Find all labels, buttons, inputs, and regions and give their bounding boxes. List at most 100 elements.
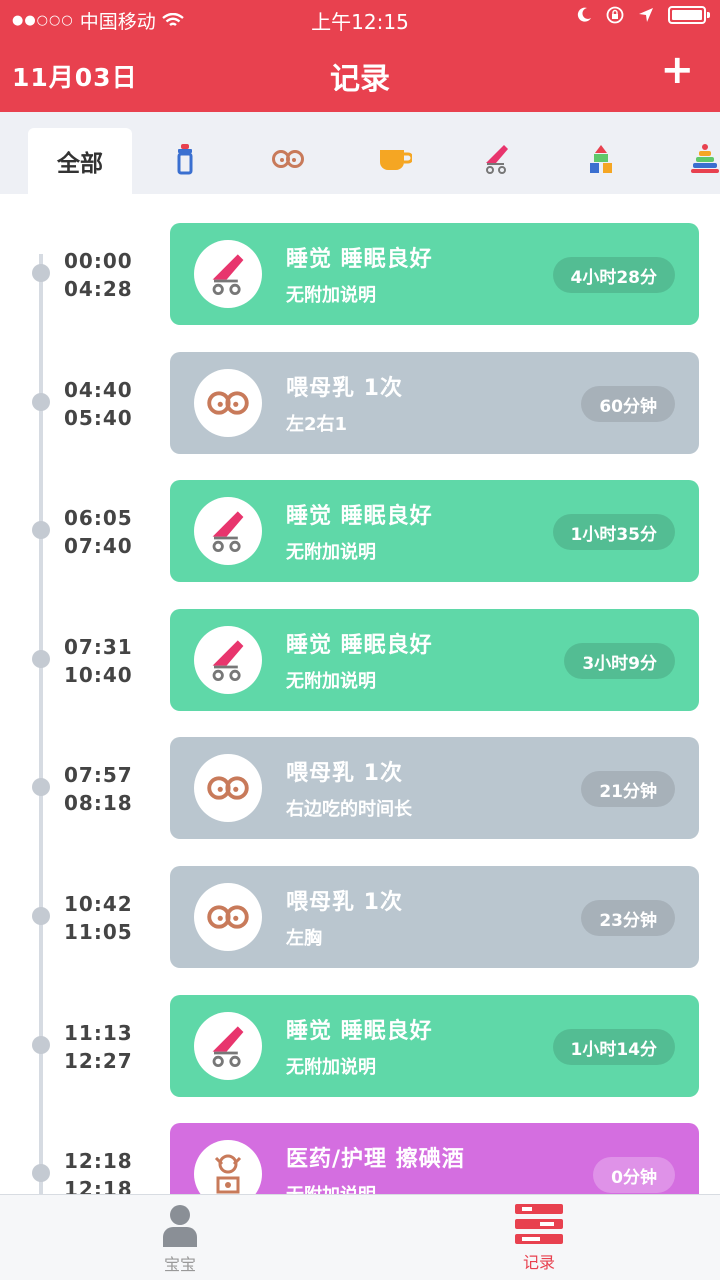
record-row: 06:05 07:40 睡觉 睡眠良好 无附加说明 1小时35分	[0, 480, 720, 582]
tab-all-label: 全部	[57, 151, 103, 177]
bottom-nav: 宝宝 记录	[0, 1194, 720, 1280]
record-note: 无附加说明	[286, 285, 376, 306]
duration-badge: 1小时14分	[552, 1029, 675, 1065]
battery-icon	[668, 6, 710, 24]
record-card[interactable]: 睡觉 睡眠良好 无附加说明 1小时35分	[170, 480, 699, 582]
nav-record[interactable]: 记录	[479, 1203, 599, 1273]
record-note: 无附加说明	[286, 671, 376, 692]
tab-all[interactable]: 全部	[28, 128, 132, 194]
start-time: 04:40	[64, 378, 133, 402]
tab-toy-blocks[interactable]	[576, 124, 626, 194]
record-note: 无附加说明	[286, 542, 376, 563]
breast-icon	[194, 369, 262, 437]
status-bar: ●●○○○ 中国移动 上午12:15	[0, 0, 720, 36]
cup-icon	[380, 150, 412, 170]
bottle-icon	[177, 144, 193, 175]
duration-badge: 1小时35分	[552, 514, 675, 550]
timeline-dot	[32, 778, 50, 796]
record-card[interactable]: 睡觉 睡眠良好 无附加说明 3小时9分	[170, 609, 699, 711]
duration-badge: 3小时9分	[564, 643, 675, 679]
category-tabs: 全部	[0, 112, 720, 194]
nav-record-label: 记录	[522, 1253, 555, 1272]
stroller-icon	[486, 145, 508, 174]
start-time: 10:42	[64, 892, 133, 916]
record-times: 07:31 10:40	[64, 633, 133, 689]
end-time: 08:18	[64, 791, 133, 815]
location-icon	[639, 8, 653, 22]
record-title: 睡觉 睡眠良好	[286, 633, 433, 658]
top-bar: ●●○○○ 中国移动 上午12:15 11月03日 记录 +	[0, 0, 720, 112]
end-time: 04:28	[64, 277, 133, 301]
duration-badge: 0分钟	[593, 1157, 675, 1193]
record-note: 无附加说明	[286, 1181, 376, 1194]
tab-cup[interactable]	[370, 124, 420, 194]
timeline-dot	[32, 393, 50, 411]
stroller-icon	[194, 497, 262, 565]
tab-breastfeed[interactable]	[263, 124, 313, 194]
record-note: 无附加说明	[286, 1057, 376, 1078]
record-title: 喂母乳 1次	[286, 890, 403, 915]
record-row: 00:00 04:28 睡觉 睡眠良好 无附加说明 4小时28分	[0, 223, 720, 325]
record-card[interactable]: 喂母乳 1次 右边吃的时间长 21分钟	[170, 737, 699, 839]
record-row: 07:31 10:40 睡觉 睡眠良好 无附加说明 3小时9分	[0, 609, 720, 711]
end-time: 12:18	[64, 1177, 133, 1194]
end-time: 11:05	[64, 920, 133, 944]
end-time: 10:40	[64, 663, 133, 687]
nav-baby-label: 宝宝	[163, 1255, 196, 1274]
record-note: 左胸	[286, 928, 322, 949]
duration-badge: 4小时28分	[552, 257, 675, 293]
record-title: 睡觉 睡眠良好	[286, 247, 433, 272]
start-time: 07:31	[64, 635, 133, 659]
record-times: 07:57 08:18	[64, 761, 133, 817]
tab-bottle[interactable]	[160, 124, 210, 194]
nav-baby[interactable]: 宝宝	[120, 1203, 240, 1275]
tab-stroller[interactable]	[472, 124, 522, 194]
record-times: 10:42 11:05	[64, 890, 133, 946]
record-card[interactable]: 睡觉 睡眠良好 无附加说明 4小时28分	[170, 223, 699, 325]
timeline-dot	[32, 1164, 50, 1182]
start-time: 12:18	[64, 1149, 133, 1173]
record-times: 00:00 04:28	[64, 247, 133, 303]
record-times: 12:18 12:18	[64, 1147, 133, 1194]
add-button[interactable]: +	[660, 50, 694, 90]
breast-icon	[194, 883, 262, 951]
end-time: 12:27	[64, 1049, 133, 1073]
timeline-dot	[32, 1036, 50, 1054]
record-row: 07:57 08:18 喂母乳 1次 右边吃的时间长 21分钟	[0, 737, 720, 839]
medical-care-icon	[194, 1140, 262, 1194]
timeline-dot	[32, 521, 50, 539]
record-row: 10:42 11:05 喂母乳 1次 左胸 23分钟	[0, 866, 720, 968]
record-title: 睡觉 睡眠良好	[286, 1019, 433, 1044]
record-title: 喂母乳 1次	[286, 376, 403, 401]
end-time: 05:40	[64, 406, 133, 430]
record-card[interactable]: 睡觉 睡眠良好 无附加说明 1小时14分	[170, 995, 699, 1097]
start-time: 06:05	[64, 506, 133, 530]
stroller-icon	[194, 240, 262, 308]
record-times: 11:13 12:27	[64, 1019, 133, 1075]
person-icon	[163, 1205, 197, 1247]
duration-badge: 23分钟	[581, 900, 675, 936]
record-times: 04:40 05:40	[64, 376, 133, 432]
record-title: 睡觉 睡眠良好	[286, 504, 433, 529]
start-time: 11:13	[64, 1021, 133, 1045]
records-list-icon	[515, 1204, 563, 1244]
page-title: 记录	[330, 62, 390, 97]
end-time: 07:40	[64, 534, 133, 558]
timeline-dot	[32, 264, 50, 282]
record-note: 右边吃的时间长	[286, 799, 412, 820]
toy-blocks-icon	[590, 145, 612, 173]
record-row: 12:18 12:18 医药/护理 擦碘酒 无附加说明 0分钟	[0, 1123, 720, 1194]
breast-icon	[194, 754, 262, 822]
tab-ring-stack[interactable]	[680, 124, 720, 194]
record-card[interactable]: 喂母乳 1次 左2右1 60分钟	[170, 352, 699, 454]
record-card[interactable]: 医药/护理 擦碘酒 无附加说明 0分钟	[170, 1123, 699, 1194]
record-title: 医药/护理 擦碘酒	[286, 1147, 465, 1172]
duration-badge: 60分钟	[581, 386, 675, 422]
stroller-icon	[194, 626, 262, 694]
record-list[interactable]: 00:00 04:28 睡觉 睡眠良好 无附加说明 4小时28分 04:40 0…	[0, 194, 720, 1194]
timeline-dot	[32, 907, 50, 925]
record-row: 04:40 05:40 喂母乳 1次 左2右1 60分钟	[0, 352, 720, 454]
timeline-dot	[32, 650, 50, 668]
start-time: 00:00	[64, 249, 133, 273]
record-card[interactable]: 喂母乳 1次 左胸 23分钟	[170, 866, 699, 968]
